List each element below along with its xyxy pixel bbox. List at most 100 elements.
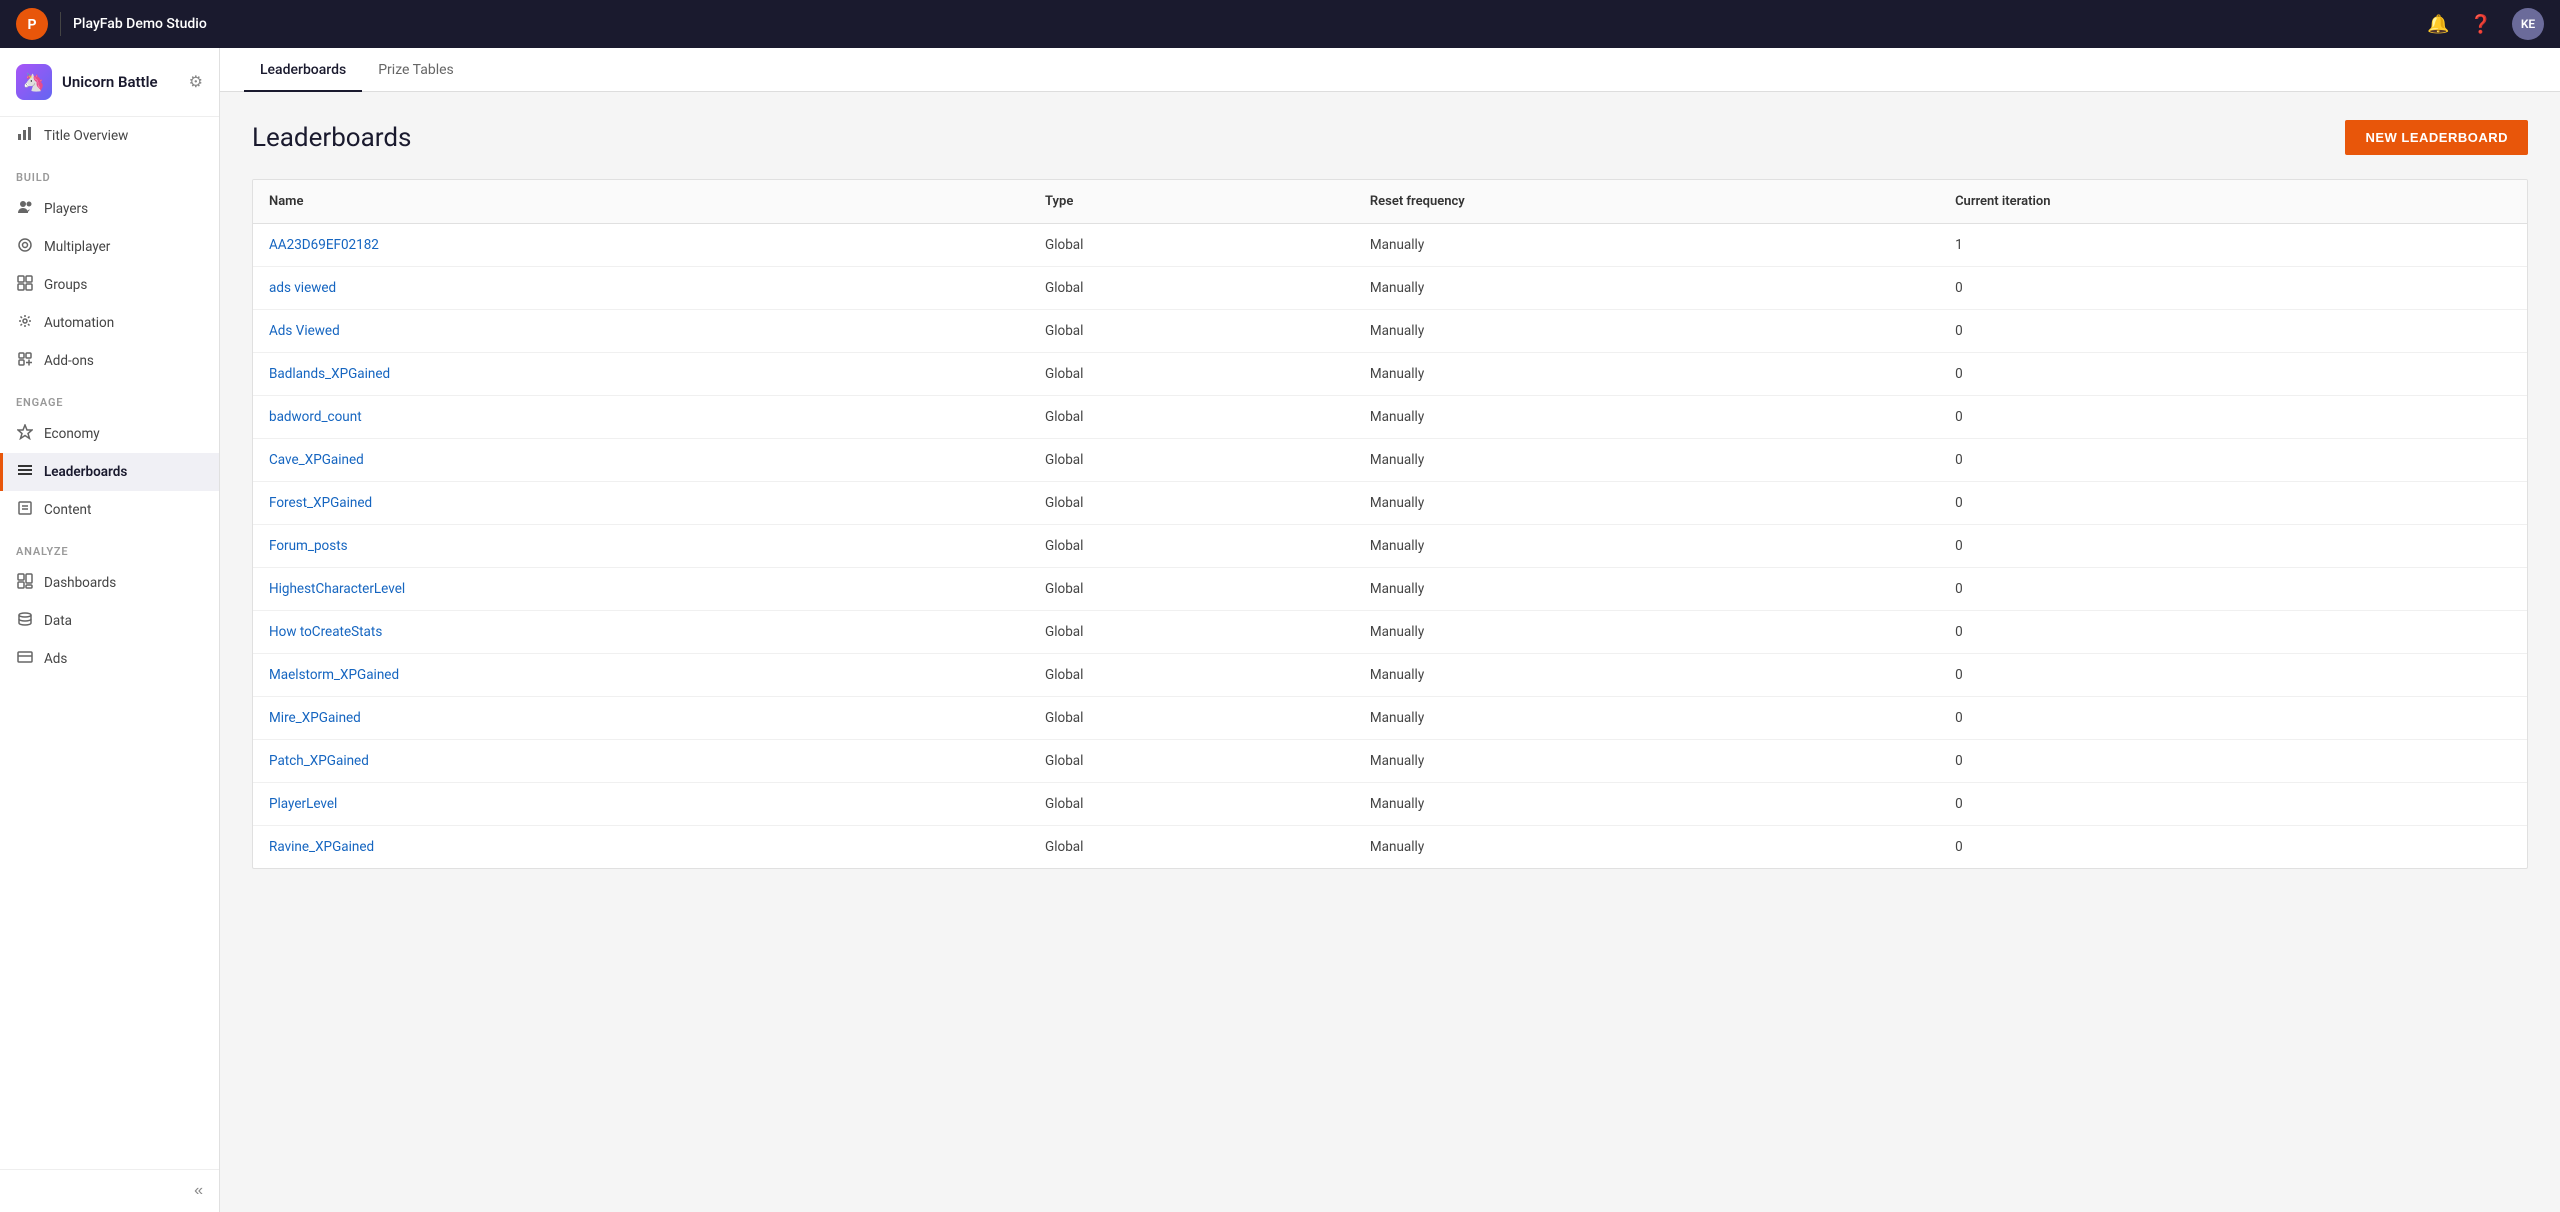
ads-icon <box>16 649 34 669</box>
table-row: Cave_XPGainedGlobalManually0 <box>253 439 2527 482</box>
leaderboard-reset-cell: Manually <box>1354 224 1939 267</box>
leaderboard-iteration-cell: 0 <box>1939 482 2527 525</box>
game-title: Unicorn Battle <box>62 73 179 91</box>
addons-icon <box>16 351 34 371</box>
table-row: PlayerLevelGlobalManually0 <box>253 783 2527 826</box>
leaderboard-name-cell[interactable]: HighestCharacterLevel <box>253 568 1029 611</box>
leaderboard-type-cell: Global <box>1029 783 1354 826</box>
leaderboard-reset-cell: Manually <box>1354 439 1939 482</box>
economy-icon <box>16 424 34 444</box>
leaderboard-name-cell[interactable]: How toCreateStats <box>253 611 1029 654</box>
leaderboards-table: Name Type Reset frequency Current iterat… <box>253 180 2527 868</box>
sidebar-item-groups[interactable]: Groups <box>0 266 219 304</box>
leaderboard-reset-cell: Manually <box>1354 310 1939 353</box>
collapse-sidebar-button[interactable]: « <box>194 1182 203 1200</box>
table-row: HighestCharacterLevelGlobalManually0 <box>253 568 2527 611</box>
table-row: Forest_XPGainedGlobalManually0 <box>253 482 2527 525</box>
sidebar-item-economy[interactable]: Economy <box>0 415 219 453</box>
sidebar-item-dashboards[interactable]: Dashboards <box>0 564 219 602</box>
sidebar-item-players[interactable]: Players <box>0 190 219 228</box>
data-icon <box>16 611 34 631</box>
sidebar-item-label: Title Overview <box>44 128 128 144</box>
leaderboard-name-cell[interactable]: badword_count <box>253 396 1029 439</box>
leaderboard-iteration-cell: 0 <box>1939 525 2527 568</box>
leaderboard-reset-cell: Manually <box>1354 783 1939 826</box>
leaderboard-type-cell: Global <box>1029 353 1354 396</box>
leaderboard-type-cell: Global <box>1029 654 1354 697</box>
sidebar-item-label: Automation <box>44 315 114 331</box>
sidebar-item-add-ons[interactable]: Add-ons <box>0 342 219 380</box>
leaderboard-reset-cell: Manually <box>1354 740 1939 783</box>
page-title: Leaderboards <box>252 123 411 153</box>
notifications-icon[interactable]: 🔔 <box>2427 14 2449 35</box>
sidebar-item-label: Multiplayer <box>44 239 110 255</box>
col-current-iteration: Current iteration <box>1939 180 2527 224</box>
tab-leaderboards[interactable]: Leaderboards <box>244 48 362 92</box>
leaderboard-type-cell: Global <box>1029 396 1354 439</box>
leaderboard-iteration-cell: 1 <box>1939 224 2527 267</box>
leaderboard-name-cell[interactable]: Ads Viewed <box>253 310 1029 353</box>
leaderboard-name-cell[interactable]: Mire_XPGained <box>253 697 1029 740</box>
table-header: Name Type Reset frequency Current iterat… <box>253 180 2527 224</box>
sidebar-item-label: Economy <box>44 426 100 442</box>
table-row: Mire_XPGainedGlobalManually0 <box>253 697 2527 740</box>
table-row: AA23D69EF02182GlobalManually1 <box>253 224 2527 267</box>
automation-icon <box>16 313 34 333</box>
user-avatar[interactable]: KE <box>2512 8 2544 40</box>
sidebar-item-label: Ads <box>44 651 67 667</box>
sidebar-item-label: Players <box>44 201 88 217</box>
col-reset-frequency: Reset frequency <box>1354 180 1939 224</box>
leaderboard-reset-cell: Manually <box>1354 525 1939 568</box>
sidebar-item-label: Leaderboards <box>44 464 127 480</box>
leaderboard-type-cell: Global <box>1029 740 1354 783</box>
sidebar-item-content[interactable]: Content <box>0 491 219 529</box>
sidebar-item-leaderboards[interactable]: Leaderboards <box>0 453 219 491</box>
sidebar-item-automation[interactable]: Automation <box>0 304 219 342</box>
leaderboard-type-cell: Global <box>1029 224 1354 267</box>
leaderboard-name-cell[interactable]: Ravine_XPGained <box>253 826 1029 869</box>
sidebar-item-multiplayer[interactable]: Multiplayer <box>0 228 219 266</box>
leaderboard-type-cell: Global <box>1029 267 1354 310</box>
content-icon <box>16 500 34 520</box>
sidebar-item-ads[interactable]: Ads <box>0 640 219 678</box>
topbar-title: PlayFab Demo Studio <box>73 16 2415 32</box>
topbar-actions: 🔔 ❓ KE <box>2427 8 2544 40</box>
leaderboard-type-cell: Global <box>1029 826 1354 869</box>
new-leaderboard-button[interactable]: NEW LEADERBOARD <box>2345 120 2528 155</box>
leaderboard-iteration-cell: 0 <box>1939 611 2527 654</box>
game-settings-button[interactable]: ⚙ <box>189 72 203 92</box>
leaderboard-name-cell[interactable]: AA23D69EF02182 <box>253 224 1029 267</box>
sidebar-item-label: Add-ons <box>44 353 94 369</box>
leaderboard-type-cell: Global <box>1029 568 1354 611</box>
leaderboard-reset-cell: Manually <box>1354 267 1939 310</box>
sidebar-item-data[interactable]: Data <box>0 602 219 640</box>
content-area: Leaderboards NEW LEADERBOARD Name Type R… <box>220 92 2560 1212</box>
sidebar-footer: « <box>0 1169 219 1212</box>
col-type: Type <box>1029 180 1354 224</box>
main-content: Leaderboards Prize Tables Leaderboards N… <box>220 48 2560 1212</box>
sidebar-item-label: Groups <box>44 277 87 293</box>
topbar-divider <box>60 12 61 36</box>
leaderboard-name-cell[interactable]: Badlands_XPGained <box>253 353 1029 396</box>
leaderboard-name-cell[interactable]: Maelstorm_XPGained <box>253 654 1029 697</box>
leaderboards-table-wrapper: Name Type Reset frequency Current iterat… <box>252 179 2528 869</box>
table-row: Patch_XPGainedGlobalManually0 <box>253 740 2527 783</box>
table-row: Badlands_XPGainedGlobalManually0 <box>253 353 2527 396</box>
sidebar-item-title-overview[interactable]: Title Overview <box>0 117 219 155</box>
leaderboard-name-cell[interactable]: Patch_XPGained <box>253 740 1029 783</box>
leaderboard-name-cell[interactable]: PlayerLevel <box>253 783 1029 826</box>
leaderboard-type-cell: Global <box>1029 439 1354 482</box>
leaderboard-name-cell[interactable]: Cave_XPGained <box>253 439 1029 482</box>
leaderboard-reset-cell: Manually <box>1354 396 1939 439</box>
svg-text:P: P <box>27 17 36 33</box>
leaderboard-reset-cell: Manually <box>1354 697 1939 740</box>
leaderboard-name-cell[interactable]: ads viewed <box>253 267 1029 310</box>
analyze-section-label: ANALYZE <box>0 529 219 564</box>
help-icon[interactable]: ❓ <box>2470 14 2492 35</box>
table-row: Ads ViewedGlobalManually0 <box>253 310 2527 353</box>
leaderboards-icon <box>16 462 34 482</box>
leaderboard-name-cell[interactable]: Forum_posts <box>253 525 1029 568</box>
leaderboard-name-cell[interactable]: Forest_XPGained <box>253 482 1029 525</box>
tab-prize-tables[interactable]: Prize Tables <box>362 48 470 92</box>
leaderboard-reset-cell: Manually <box>1354 568 1939 611</box>
